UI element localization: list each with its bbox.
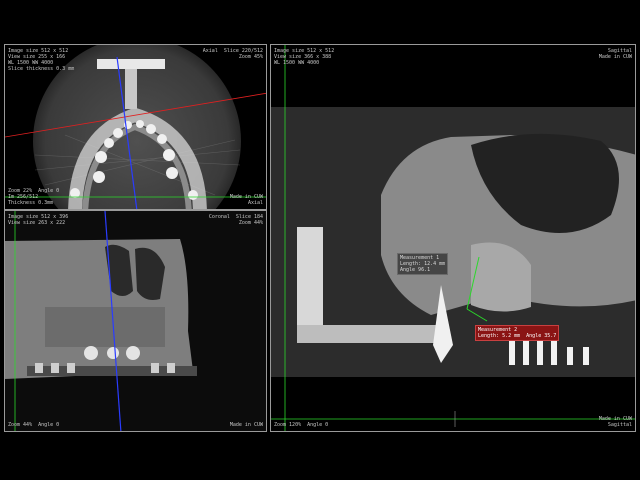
sagittal-overlay-top-left: Image size 512 x 512 View size 366 x 388…	[274, 48, 335, 66]
sagittal-slice-image	[271, 45, 635, 431]
measurement-label-green[interactable]: Measurement 1 Length: 12.4 mm Angle 96.1	[397, 253, 449, 275]
axial-viewport[interactable]: Image size 512 x 512 View size 255 x 166…	[4, 44, 267, 210]
axial-overlay-bottom-left: Zoom 22% Angle 0 Im 256/512 Thickness 0.…	[8, 188, 60, 206]
sagittal-viewport[interactable]: Image size 512 x 512 View size 366 x 388…	[270, 44, 636, 432]
sagittal-overlay-bottom-right: Made in CUW Sagittal	[598, 416, 632, 428]
coronal-viewport[interactable]: Image size 512 x 396 View size 263 x 222…	[4, 210, 267, 432]
axial-overlay-top-left: Image size 512 x 512 View size 255 x 166…	[8, 48, 75, 72]
coronal-overlay-bottom-right: Made in CUW	[229, 422, 263, 428]
axial-overlay-top-right: Axial Slice 220/512 Zoom 45%	[202, 48, 263, 60]
coronal-overlay-top-left: Image size 512 x 396 View size 263 x 222	[8, 214, 69, 226]
measurement-label-red[interactable]: Measurement 2 Length: 5.2 mm Angle 35.7	[475, 325, 560, 341]
sagittal-overlay-top-right: Sagittal Made in CUW	[598, 48, 632, 60]
sagittal-overlay-bottom-left: Zoom 120% Angle 0	[274, 422, 329, 428]
coronal-overlay-bottom-left: Zoom 44% Angle 0	[8, 422, 60, 428]
axial-overlay-bottom-right: Made in CUW Axial	[229, 194, 263, 206]
coronal-overlay-top-right: Coronal Slice 184 Zoom 44%	[208, 214, 263, 226]
coronal-slice-image	[5, 211, 266, 431]
